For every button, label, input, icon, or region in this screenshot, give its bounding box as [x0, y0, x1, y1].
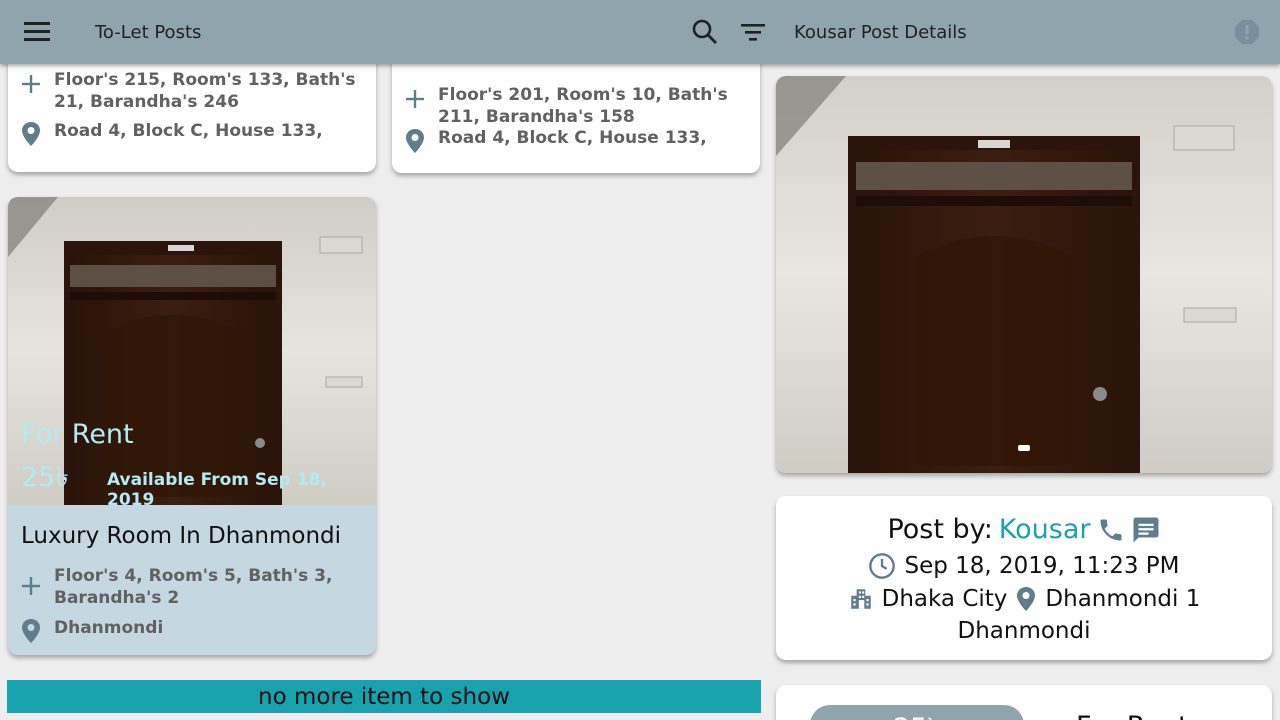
price-card: 25৳ For Rent	[776, 685, 1272, 720]
address-text: Dhanmondi	[54, 618, 164, 638]
address-row: Road 4, Block C, House 133,	[392, 127, 760, 155]
no-more-items-banner: no more item to show	[7, 680, 761, 713]
available-label: Available From Sep 18, 2019	[107, 470, 327, 505]
app-bar: To-Let Posts Kousar Post Details	[0, 0, 1280, 64]
phone-icon[interactable]	[1097, 516, 1125, 544]
datetime-row: Sep 18, 2019, 11:23 PM	[776, 552, 1272, 580]
details-row: Floor's 201, Room's 10, Bath's 211, Bara…	[392, 84, 760, 128]
address-text: Road 4, Block C, House 133,	[54, 121, 323, 141]
post-info-card: Post by: Kousar Sep 18, 2019, 11:23 PM D…	[776, 496, 1272, 660]
content-area: Floor's 215, Room's 133, Bath's 21, Bara…	[0, 64, 1280, 720]
details-text: Floor's 4, Room's 5, Bath's 3, Barandha'…	[54, 566, 333, 608]
details-text: Floor's 201, Room's 10, Bath's 211, Bara…	[438, 85, 728, 127]
post-by-row: Post by: Kousar	[776, 514, 1272, 545]
filter-icon[interactable]	[739, 18, 767, 46]
plus-icon	[22, 75, 40, 93]
poster-name[interactable]: Kousar	[999, 514, 1091, 545]
sub-area-row: Dhanmondi	[776, 618, 1272, 644]
price-label: 25৳	[21, 462, 69, 493]
detail-photo-card[interactable]	[776, 76, 1272, 473]
location-pin-icon	[406, 129, 424, 153]
post-photo: For Rent 25৳ Available From Sep 18, 2019	[8, 197, 376, 505]
city-label: Dhaka City	[881, 586, 1008, 612]
sub-area-label: Dhanmondi	[957, 618, 1091, 644]
post-card-selected[interactable]: For Rent 25৳ Available From Sep 18, 2019…	[8, 197, 376, 655]
post-by-label: Post by:	[887, 514, 993, 545]
price-chip-label: 25৳	[810, 708, 1024, 720]
plus-icon	[22, 577, 40, 595]
address-row: Road 4, Block C, House 133,	[8, 120, 376, 148]
post-datetime: Sep 18, 2019, 11:23 PM	[904, 553, 1180, 579]
message-icon[interactable]	[1131, 515, 1161, 545]
detail-title: Kousar Post Details	[794, 22, 967, 43]
door-photo-large	[776, 76, 1272, 473]
menu-icon[interactable]	[22, 18, 54, 46]
details-text: Floor's 215, Room's 133, Bath's 21, Bara…	[54, 70, 356, 112]
location-pin-icon	[1017, 587, 1036, 611]
search-icon[interactable]	[691, 18, 719, 46]
details-row: Floor's 4, Room's 5, Bath's 3, Barandha'…	[8, 565, 376, 609]
area-label: Dhanmondi 1	[1045, 586, 1201, 612]
details-row: Floor's 215, Room's 133, Bath's 21, Bara…	[8, 69, 376, 113]
report-icon[interactable]	[1233, 18, 1261, 46]
city-icon	[850, 589, 871, 609]
plus-icon	[406, 90, 424, 108]
status-label: For Rent	[21, 419, 134, 450]
address-text: Road 4, Block C, House 133,	[438, 128, 707, 148]
post-title: Luxury Room In Dhanmondi	[21, 523, 342, 549]
location-row: Dhaka City Dhanmondi 1	[776, 585, 1272, 613]
location-pin-icon	[22, 619, 40, 643]
post-card[interactable]: Floor's 201, Room's 10, Bath's 211, Bara…	[392, 64, 760, 173]
price-chip: 25৳	[810, 705, 1024, 720]
location-pin-icon	[22, 122, 40, 146]
post-card[interactable]: Floor's 215, Room's 133, Bath's 21, Bara…	[8, 64, 376, 172]
page-title: To-Let Posts	[95, 22, 202, 43]
page-indicator-dot[interactable]	[1018, 445, 1030, 451]
clock-icon	[869, 553, 896, 579]
post-status-label: For Rent	[1076, 711, 1189, 720]
address-row: Dhanmondi	[8, 617, 376, 645]
